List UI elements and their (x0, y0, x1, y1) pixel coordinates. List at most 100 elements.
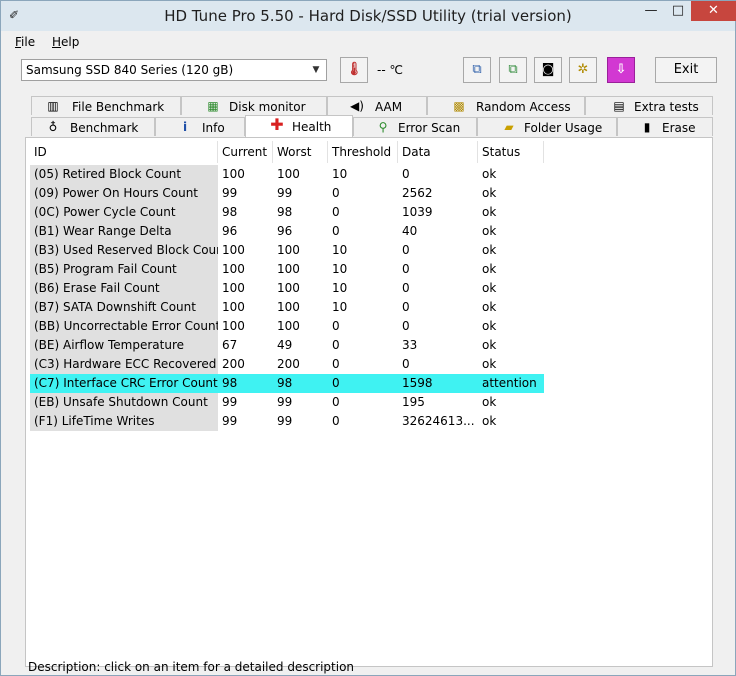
cell-status: ok (482, 338, 497, 352)
cell-data: 0 (402, 319, 410, 333)
column-header-threshold[interactable]: Threshold (328, 141, 398, 163)
cell-data: 2562 (402, 186, 433, 200)
table-row[interactable]: (C3) Hardware ECC Recovered 200 200 0 0 ok (30, 355, 708, 374)
table-row[interactable]: (B5) Program Fail Count 100 100 10 0 ok (30, 260, 708, 279)
cell-worst: 100 (277, 167, 300, 181)
table-row[interactable]: (EB) Unsafe Shutdown Count 99 99 0 195 ok (30, 393, 708, 412)
options-button[interactable]: ✲ (569, 57, 597, 83)
cell-current: 100 (222, 262, 245, 276)
tab-error-scan[interactable]: ⚲ Error Scan (353, 117, 477, 136)
tab-extra-tests[interactable]: ▤ Extra tests (585, 96, 713, 115)
cell-status: ok (482, 262, 497, 276)
cell-threshold: 0 (332, 357, 340, 371)
tab-health[interactable]: ✚ Health (245, 115, 353, 137)
cell-threshold: 0 (332, 186, 340, 200)
cell-worst: 100 (277, 262, 300, 276)
column-header-id[interactable]: ID (30, 141, 218, 163)
cell-data: 0 (402, 262, 410, 276)
cell-data: 0 (402, 357, 410, 371)
menu-help-label: elp (61, 35, 80, 49)
folder-icon: ▰ (504, 120, 514, 134)
cell-threshold: 0 (332, 395, 340, 409)
table-row[interactable]: (C7) Interface CRC Error Count 98 98 0 1598 a… (30, 374, 708, 393)
table-row[interactable]: (B1) Wear Range Delta 96 96 0 40 ok (30, 222, 708, 241)
table-row[interactable]: (BB) Uncorrectable Error Count 100 100 0 0 ok (30, 317, 708, 336)
table-row[interactable]: (0C) Power Cycle Count 98 98 0 1039 ok (30, 203, 708, 222)
cell-status: ok (482, 357, 497, 371)
copy-info-icon: ⧉ (472, 62, 482, 77)
table-row[interactable]: (BE) Airflow Temperature 67 49 0 33 ok (30, 336, 708, 355)
table-row[interactable]: (09) Power On Hours Count 99 99 0 2562 ok (30, 184, 708, 203)
copy-screen-button[interactable]: ⧉ (499, 57, 527, 83)
screenshot-button[interactable]: ◙ (534, 57, 562, 83)
table-row[interactable]: (B6) Erase Fail Count 100 100 10 0 ok (30, 279, 708, 298)
tab-label: Error Scan (398, 121, 461, 135)
cell-data: 40 (402, 224, 418, 238)
cell-status: ok (482, 205, 497, 219)
tab-benchmark[interactable]: ♁ Benchmark (31, 117, 155, 136)
cell-data: 0 (402, 243, 410, 257)
cell-worst: 100 (277, 243, 300, 257)
title-bar[interactable]: ✐ HD Tune Pro 5.50 - Hard Disk/SSD Utili… (1, 1, 736, 31)
table-row[interactable]: (B7) SATA Downshift Count 100 100 10 0 ok (30, 298, 708, 317)
tab-label: Health (292, 120, 332, 134)
tab-file-benchmark[interactable]: ▥ File Benchmark (31, 96, 181, 115)
cell-data: 195 (402, 395, 425, 409)
cell-status: ok (482, 186, 497, 200)
close-button[interactable]: ✕ (691, 1, 736, 21)
cell-id: (BE) Airflow Temperature (30, 336, 218, 355)
cell-id: (B1) Wear Range Delta (30, 222, 218, 241)
cell-worst: 96 (277, 224, 293, 238)
cell-data: 33 (402, 338, 418, 352)
cell-current: 100 (222, 167, 245, 181)
cell-id: (B3) Used Reserved Block Count (30, 241, 218, 260)
tab-erase[interactable]: ▮ Erase (617, 117, 713, 136)
cell-worst: 98 (277, 205, 293, 219)
cell-data: 0 (402, 281, 410, 295)
menu-help[interactable]: Help (52, 35, 79, 49)
cell-id: (B6) Erase Fail Count (30, 279, 218, 298)
cell-current: 200 (222, 357, 245, 371)
cell-id: (05) Retired Block Count (30, 165, 218, 184)
tab-label: AAM (375, 100, 403, 114)
cell-id: (09) Power On Hours Count (30, 184, 218, 203)
minimize-button[interactable]: — (637, 1, 665, 21)
file-benchmark-icon: ▥ (47, 99, 59, 113)
column-header-data[interactable]: Data (398, 141, 478, 163)
cell-threshold: 10 (332, 167, 348, 181)
table-row[interactable]: (F1) LifeTime Writes 99 99 0 32624613... ok (30, 412, 708, 431)
temperature-button[interactable]: 🌡 (340, 57, 368, 83)
tab-random-access[interactable]: ▩ Random Access (427, 96, 585, 115)
cell-threshold: 0 (328, 374, 398, 393)
cell-threshold: 0 (332, 319, 340, 333)
health-cross-icon: ✚ (270, 115, 284, 134)
cell-data: 32624613... (402, 414, 475, 428)
exit-button[interactable]: Exit (655, 57, 717, 83)
table-row[interactable]: (B3) Used Reserved Block Count 100 100 10 0 o… (30, 241, 708, 260)
maximize-button[interactable]: □ (665, 1, 691, 21)
cell-threshold: 0 (332, 224, 340, 238)
menu-bar: File Help (9, 32, 727, 52)
random-access-icon: ▩ (453, 99, 465, 113)
cell-status: ok (482, 319, 497, 333)
tab-disk-monitor[interactable]: ▦ Disk monitor (181, 96, 327, 115)
download-button[interactable]: ⇩ (607, 57, 635, 83)
column-header-status[interactable]: Status (478, 141, 544, 163)
cell-threshold: 10 (332, 281, 348, 295)
column-header-current[interactable]: Current (218, 141, 273, 163)
tab-folder-usage[interactable]: ▰ Folder Usage (477, 117, 617, 136)
cell-status: ok (482, 281, 497, 295)
tab-info[interactable]: i Info (155, 117, 245, 136)
table-row[interactable]: (05) Retired Block Count 100 100 10 0 ok (30, 165, 708, 184)
menu-help-accel: H (52, 35, 62, 49)
cell-id: (BB) Uncorrectable Error Count (30, 317, 218, 336)
copy-info-button[interactable]: ⧉ (463, 57, 491, 83)
drive-select[interactable]: Samsung SSD 840 Series (120 gB) ▼ (21, 59, 327, 81)
download-icon: ⇩ (615, 62, 627, 77)
column-header-worst[interactable]: Worst (273, 141, 328, 163)
cell-worst: 100 (277, 300, 300, 314)
cell-status: ok (482, 167, 497, 181)
tab-aam[interactable]: ◀) AAM (327, 96, 427, 115)
cell-id: (B7) SATA Downshift Count (30, 298, 218, 317)
menu-file[interactable]: File (15, 35, 35, 49)
